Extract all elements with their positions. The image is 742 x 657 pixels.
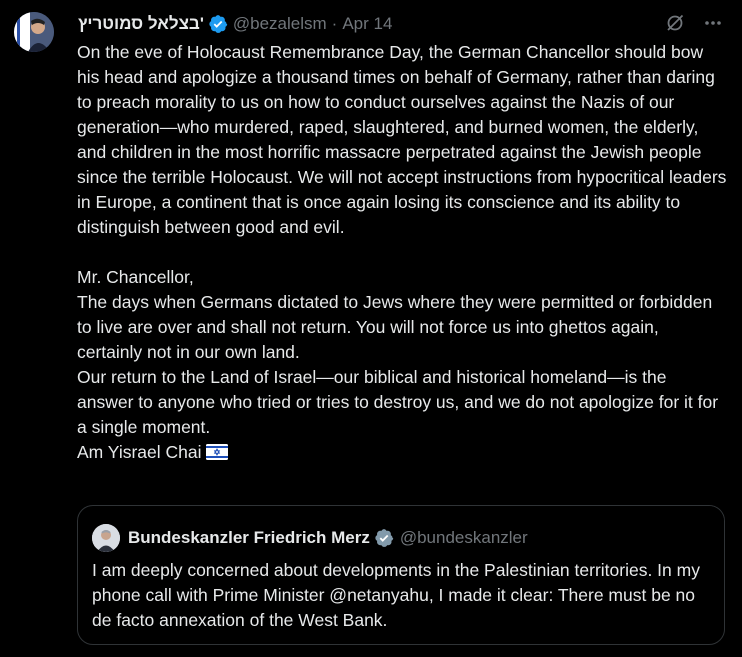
israel-flag-icon (205, 442, 228, 460)
tweet-top-actions (664, 12, 724, 34)
quoted-author-display-name[interactable]: Bundeskanzler Friedrich Merz (128, 528, 370, 548)
tweet-salutation: Mr. Chancellor, (77, 267, 194, 287)
tweet-date[interactable]: Apr 14 (342, 14, 392, 34)
tweet-paragraph-1: On the eve of Holocaust Remembrance Day,… (77, 42, 727, 237)
more-horizontal-icon[interactable] (702, 12, 724, 34)
header-separator: · (331, 14, 338, 33)
author-avatar[interactable] (14, 12, 54, 52)
quoted-header-fade (564, 506, 724, 558)
quoted-author-avatar[interactable] (92, 524, 120, 552)
tweet-paragraph-3: Our return to the Land of Israel—our bib… (77, 367, 719, 437)
quoted-tweet[interactable]: Bundeskanzler Friedrich Merz @bundeskanz… (77, 505, 725, 645)
author-display-name[interactable]: בצלאל סמוטריץ' (78, 14, 204, 34)
verified-badge-gray-icon[interactable] (374, 528, 394, 548)
tweet-closing: Am Yisrael Chai (77, 442, 202, 462)
verified-badge-icon[interactable] (208, 14, 228, 34)
quoted-tweet-header: Bundeskanzler Friedrich Merz @bundeskanz… (92, 524, 528, 552)
tweet-paragraph-2: The days when Germans dictated to Jews w… (77, 292, 713, 362)
tweet-body: On the eve of Holocaust Remembrance Day,… (77, 40, 727, 465)
tweet-header: בצלאל סמוטריץ' @bezalelsm · Apr 14 (78, 12, 392, 36)
tweet-closing-line: Am Yisrael Chai (77, 440, 727, 465)
quoted-author-handle[interactable]: @bundeskanzler (400, 528, 528, 548)
grok-slash-icon[interactable] (664, 12, 686, 34)
tweet[interactable]: בצלאל סמוטריץ' @bezalelsm · Apr 14 On th… (0, 0, 742, 657)
author-handle[interactable]: @bezalelsm (233, 14, 327, 34)
quoted-tweet-text: I am deeply concerned about developments… (92, 560, 700, 630)
